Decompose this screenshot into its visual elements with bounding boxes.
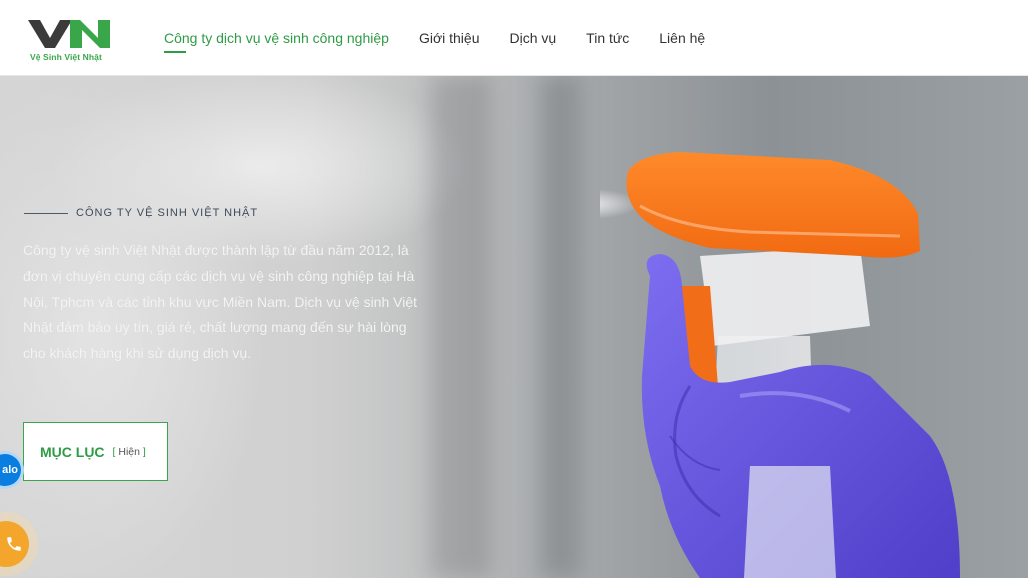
main-nav: Công ty dịch vụ vệ sinh công nghiệp Giới… (164, 30, 735, 53)
eyebrow-title: CÔNG TY VỆ SINH VIỆT NHẬT (76, 207, 259, 219)
table-of-contents[interactable]: MỤC LỤC [ Hiện ] (23, 422, 168, 481)
toc-bracket-open: [ (112, 445, 116, 458)
hero-banner: CÔNG TY VỆ SINH VIỆT NHẬT Công ty vệ sin… (0, 76, 1028, 578)
phone-icon (7, 537, 21, 551)
background-streak (540, 76, 580, 578)
site-header: Vệ Sinh Việt Nhật Công ty dịch vụ vệ sin… (0, 0, 1028, 76)
eyebrow-divider (24, 212, 68, 214)
nav-item-contact[interactable]: Liên hệ (659, 30, 705, 46)
zalo-label: alo (2, 464, 18, 476)
nav-item-about[interactable]: Giới thiệu (419, 30, 480, 46)
nav-item-company[interactable]: Công ty dịch vụ vệ sinh công nghiệp (164, 30, 389, 53)
toc-title: MỤC LỤC (40, 443, 105, 460)
site-logo[interactable]: Vệ Sinh Việt Nhật (26, 16, 116, 64)
hero-description: Công ty vệ sinh Việt Nhật được thành lập… (23, 242, 418, 362)
logo-tagline: Vệ Sinh Việt Nhật (30, 52, 102, 62)
spray-bottle-glove-image (600, 152, 960, 578)
phone-icon-wrap (0, 521, 29, 567)
hero-eyebrow: CÔNG TY VỆ SINH VIỆT NHẬT (24, 207, 258, 219)
toc-bracket-close: ] (142, 445, 146, 458)
nav-item-news[interactable]: Tin tức (586, 30, 629, 46)
vn-logo-icon (28, 20, 110, 48)
toc-toggle-label: Hiện (118, 445, 140, 458)
nav-item-services[interactable]: Dịch vụ (509, 30, 556, 46)
toc-toggle[interactable]: [ Hiện ] (113, 446, 146, 458)
